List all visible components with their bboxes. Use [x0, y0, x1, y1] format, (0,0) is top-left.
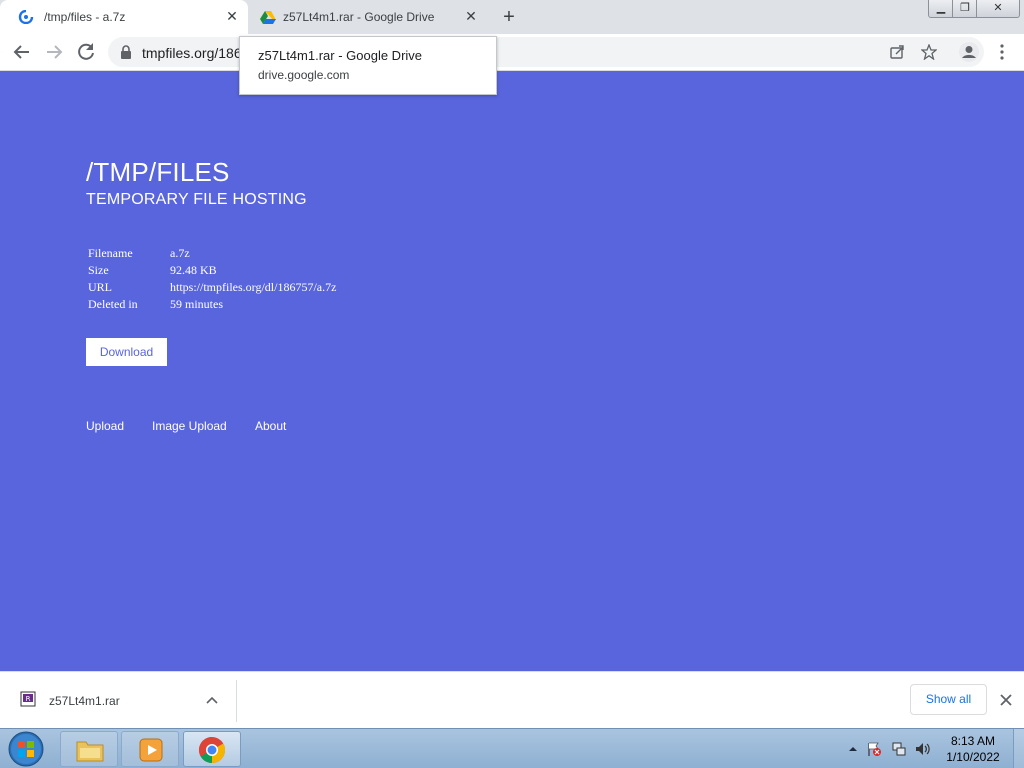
download-shelf: R z57Lt4m1.rar Show all	[0, 671, 1024, 728]
info-value: a.7z	[170, 246, 190, 260]
upload-link[interactable]: Upload	[86, 419, 124, 433]
new-tab-button[interactable]: +	[499, 7, 519, 27]
close-shelf-icon[interactable]	[997, 691, 1015, 709]
windows-taskbar: 8:13 AM 1/10/2022	[0, 728, 1024, 768]
table-row: Filename a.7z	[88, 245, 336, 262]
tmpfiles-favicon-icon	[18, 10, 34, 24]
tab-title: z57Lt4m1.rar - Google Drive	[283, 10, 435, 24]
folder-icon	[76, 741, 104, 762]
show-all-button[interactable]: Show all	[910, 684, 987, 715]
windows-start-icon[interactable]	[6, 730, 46, 768]
download-file-name[interactable]: z57Lt4m1.rar	[49, 694, 120, 708]
more-vertical-icon	[1000, 44, 1004, 60]
info-key: URL	[88, 280, 112, 294]
clock-date: 1/10/2022	[946, 750, 1000, 764]
taskbar-chrome[interactable]	[183, 731, 241, 767]
address-url: tmpfiles.org/186	[142, 45, 242, 61]
forward-button[interactable]	[42, 40, 66, 64]
table-row: Deleted in 59 minutes	[88, 296, 336, 313]
share-icon[interactable]	[889, 44, 905, 60]
volume-icon[interactable]	[914, 741, 930, 757]
bookmark-star-icon[interactable]	[921, 44, 937, 60]
about-link[interactable]: About	[255, 419, 286, 433]
reload-button[interactable]	[74, 40, 98, 64]
close-window-button[interactable]: ✕	[976, 0, 1020, 18]
info-key: Deleted in	[88, 297, 138, 311]
tray-expand-icon[interactable]	[845, 741, 861, 757]
chevron-up-icon[interactable]	[204, 692, 220, 708]
forward-arrow-icon	[47, 45, 63, 59]
close-tab-icon[interactable]: ✕	[463, 8, 479, 24]
clock-time: 8:13 AM	[950, 734, 996, 748]
svg-text:R: R	[26, 695, 31, 703]
shelf-divider	[236, 680, 237, 722]
profile-button[interactable]	[957, 40, 981, 64]
info-key: Size	[88, 263, 109, 277]
file-url-link[interactable]: https://tmpfiles.org/dl/186757/a.7z	[170, 279, 336, 296]
taskbar-media-player[interactable]	[121, 731, 179, 767]
rar-file-icon: R	[20, 691, 36, 707]
chrome-menu-button[interactable]	[990, 40, 1014, 64]
browser-toolbar: tmpfiles.org/186	[0, 34, 1024, 71]
page-title: /TMP/FILES	[86, 157, 230, 187]
tab-google-drive[interactable]: z57Lt4m1.rar - Google Drive ✕	[248, 0, 488, 34]
info-value: 92.48 KB	[170, 263, 217, 277]
table-row: URL https://tmpfiles.org/dl/186757/a.7z	[88, 279, 336, 296]
info-value: 59 minutes	[170, 297, 223, 311]
info-key: Filename	[88, 246, 133, 260]
hover-card-domain: drive.google.com	[258, 68, 350, 82]
tab-strip: /tmp/files - a.7z ✕ z57Lt4m1.rar - Googl…	[0, 0, 1024, 34]
tab-hover-card: z57Lt4m1.rar - Google Drive drive.google…	[239, 36, 497, 95]
network-icon[interactable]	[891, 741, 907, 757]
image-upload-link[interactable]: Image Upload	[152, 419, 227, 433]
lock-icon	[121, 45, 131, 59]
hover-card-title: z57Lt4m1.rar - Google Drive	[258, 48, 423, 63]
chrome-icon	[198, 736, 226, 764]
page-content: /TMP/FILES TEMPORARY FILE HOSTING Filena…	[0, 71, 1024, 671]
action-center-flag-icon[interactable]	[866, 741, 882, 757]
file-info-table: Filename a.7z Size 92.48 KB URL https://…	[88, 245, 336, 313]
tab-tmpfiles[interactable]: /tmp/files - a.7z ✕	[0, 0, 248, 34]
reload-icon	[78, 43, 94, 60]
back-button[interactable]	[10, 40, 34, 64]
taskbar-explorer[interactable]	[60, 731, 118, 767]
minimize-window-button[interactable]: ▁	[928, 0, 954, 18]
profile-avatar-icon	[959, 42, 979, 62]
download-button[interactable]: Download	[86, 338, 167, 366]
google-drive-icon	[260, 11, 276, 24]
tab-title: /tmp/files - a.7z	[44, 10, 126, 24]
back-arrow-icon	[13, 45, 29, 59]
system-clock[interactable]: 8:13 AM 1/10/2022	[936, 733, 1010, 765]
show-desktop-button[interactable]	[1013, 729, 1024, 768]
close-tab-icon[interactable]: ✕	[224, 8, 240, 24]
media-player-icon	[139, 738, 163, 762]
table-row: Size 92.48 KB	[88, 262, 336, 279]
restore-window-button[interactable]: ❐	[952, 0, 978, 18]
page-subtitle: TEMPORARY FILE HOSTING	[86, 191, 307, 208]
